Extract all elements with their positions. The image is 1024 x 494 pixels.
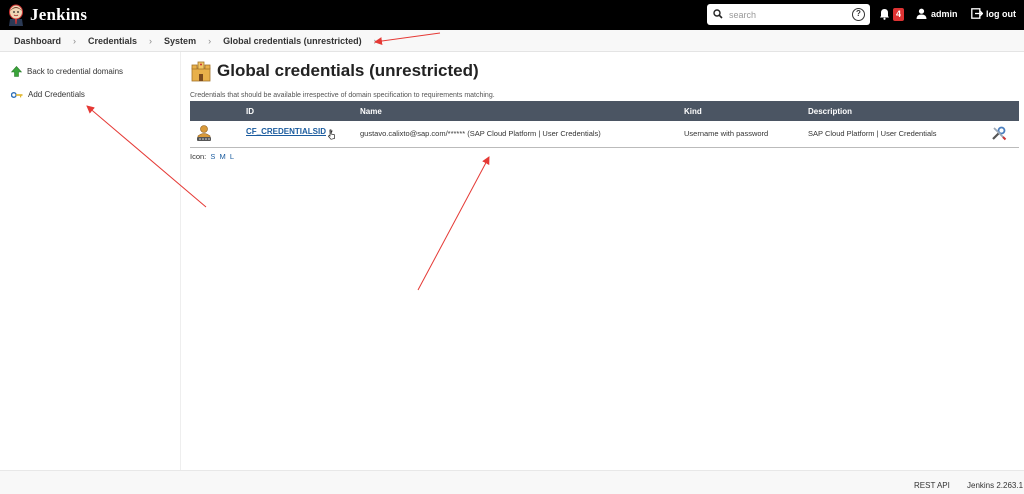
credential-name-cell: gustavo.calixto@sap.com/****** (SAP Clou… (360, 121, 684, 148)
column-header-id[interactable]: ID (246, 101, 360, 121)
credential-id-link[interactable]: CF_CREDENTIALSID (246, 127, 326, 136)
user-icon (916, 8, 927, 19)
logout-icon (971, 8, 983, 19)
search-icon (713, 8, 723, 21)
breadcrumb-chevron-icon[interactable]: › (208, 36, 211, 46)
brand-name: Jenkins (30, 5, 88, 24)
breadcrumb-chevron-icon[interactable]: › (73, 36, 76, 46)
column-header-icon (190, 101, 246, 121)
breadcrumb-credentials[interactable]: Credentials (88, 36, 137, 46)
sidebar-item-add-credentials[interactable]: Add Credentials (11, 90, 85, 99)
page-title: Global credentials (unrestricted) (217, 61, 479, 80)
jenkins-home-link[interactable]: Jenkins (7, 4, 87, 26)
page-description: Credentials that should be available irr… (190, 92, 495, 99)
key-icon (11, 91, 23, 98)
logout-link[interactable]: log out (971, 8, 1016, 19)
credentials-table: ID Name Kind Description CF_CREDENTIALSI… (190, 101, 1019, 148)
table-row: CF_CREDENTIALSID▼ gustavo.calixto@sap.co… (190, 121, 1019, 148)
breadcrumb-chevron-icon[interactable]: › (374, 36, 377, 46)
column-header-kind[interactable]: Kind (684, 101, 808, 121)
credentials-store-icon (191, 61, 211, 82)
credential-actions-cell (986, 121, 1019, 148)
credential-type-cell (190, 121, 246, 148)
jenkins-version[interactable]: Jenkins 2.263.1 (967, 481, 1023, 490)
search-input[interactable] (729, 9, 844, 20)
sidebar-item-back-to-domains[interactable]: Back to credential domains (11, 66, 123, 77)
top-header: Jenkins ? 4 admin log out (0, 0, 1024, 30)
icon-size-medium[interactable]: M (219, 152, 225, 161)
breadcrumb-chevron-icon[interactable]: › (149, 36, 152, 46)
breadcrumb-global-credentials[interactable]: Global credentials (unrestricted) (223, 36, 362, 46)
breadcrumb-system[interactable]: System (164, 36, 196, 46)
icon-size-large[interactable]: L (230, 152, 234, 161)
breadcrumb: Dashboard › Credentials › System › Globa… (0, 30, 1024, 52)
sidebar-item-label: Back to credential domains (27, 67, 124, 76)
sidebar-item-label: Add Credentials (28, 90, 85, 99)
column-header-description[interactable]: Description (808, 101, 986, 121)
main-content: Global credentials (unrestricted) Creden… (190, 60, 1020, 161)
table-header-row: ID Name Kind Description (190, 101, 1019, 121)
notification-badge[interactable]: 4 (893, 8, 905, 21)
column-header-name[interactable]: Name (360, 101, 684, 121)
logout-label: log out (986, 8, 1016, 19)
credential-id-cell: CF_CREDENTIALSID▼ (246, 121, 360, 148)
credential-kind-cell: Username with password (684, 121, 808, 148)
rest-api-link[interactable]: REST API (914, 481, 950, 490)
up-arrow-icon (11, 66, 22, 77)
icon-size-small[interactable]: S (210, 152, 215, 161)
search-box[interactable]: ? (707, 4, 870, 25)
column-header-actions (986, 101, 1019, 121)
jenkins-logo-icon (7, 4, 25, 26)
help-icon[interactable]: ? (852, 8, 865, 21)
breadcrumb-dashboard[interactable]: Dashboard (14, 36, 61, 46)
configure-tools-icon[interactable] (991, 125, 1007, 141)
notification-bell-icon[interactable] (879, 8, 890, 22)
icon-size-selector: Icon: S M L (190, 152, 1020, 161)
user-menu[interactable]: admin (916, 8, 958, 19)
hand-pointer-icon (328, 129, 335, 140)
user-credential-icon (197, 124, 211, 141)
page-footer: REST API Jenkins 2.263.1 (0, 470, 1024, 494)
sidebar: Back to credential domains Add Credentia… (0, 52, 181, 470)
credential-description-cell: SAP Cloud Platform | User Credentials (808, 121, 986, 148)
user-name: admin (931, 8, 958, 19)
annotation-arrow-credential-row (417, 156, 490, 291)
icon-size-label: Icon: (190, 151, 207, 161)
